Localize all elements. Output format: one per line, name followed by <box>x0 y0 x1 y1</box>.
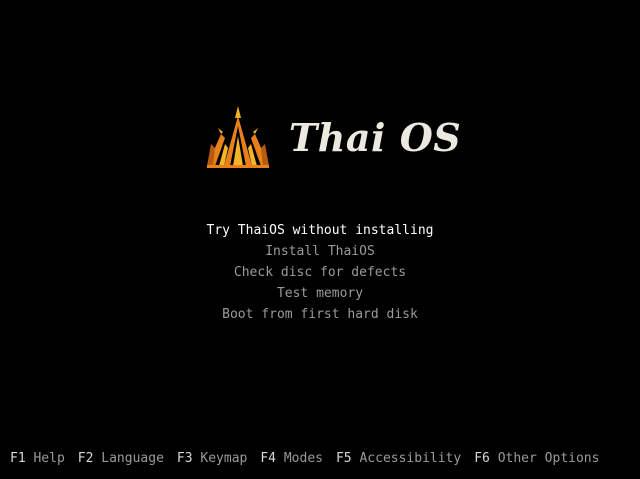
fkey-code: F3 <box>176 451 193 466</box>
fkey-code: F6 <box>474 451 490 466</box>
menu-item-install[interactable]: Install ThaiOS <box>0 241 640 262</box>
fkey-label: Help <box>33 451 65 466</box>
fkey-code: F4 <box>260 451 277 466</box>
fkey-accessibility[interactable]: F5 Accessibility <box>336 450 461 468</box>
fkey-other-options[interactable]: F6 Other Options <box>474 450 599 468</box>
menu-item-check-disc[interactable]: Check disc for defects <box>0 262 640 283</box>
fkey-help[interactable]: F1 Help <box>10 450 65 468</box>
menu-item-test-memory[interactable]: Test memory <box>0 283 640 304</box>
fkey-code: F5 <box>335 451 352 466</box>
fkey-keymap[interactable]: F3 Keymap <box>177 450 247 468</box>
boot-menu: Try ThaiOS without installing Install Th… <box>0 220 640 325</box>
fkey-modes[interactable]: F4 Modes <box>260 450 323 468</box>
fkey-language[interactable]: F2 Language <box>78 450 164 468</box>
function-key-bar: F1 Help F2 Language F3 Keymap F4 Modes F5 Ac… <box>10 450 612 468</box>
fkey-label: Keymap <box>200 451 248 466</box>
menu-item-boot-hard-disk[interactable]: Boot from first hard disk <box>0 304 640 325</box>
fkey-label: Modes <box>283 451 323 466</box>
fkey-label: Accessibility <box>359 451 462 466</box>
fkey-label: Other Options <box>497 451 600 466</box>
menu-item-try-without-installing[interactable]: Try ThaiOS without installing <box>0 220 640 241</box>
temple-roof-icon <box>207 106 269 168</box>
logo-text: Thai OS <box>289 115 462 160</box>
fkey-code: F1 <box>10 451 26 466</box>
boot-logo: Thai OS <box>205 104 461 170</box>
fkey-label: Language <box>101 451 164 466</box>
fkey-code: F2 <box>77 451 94 466</box>
